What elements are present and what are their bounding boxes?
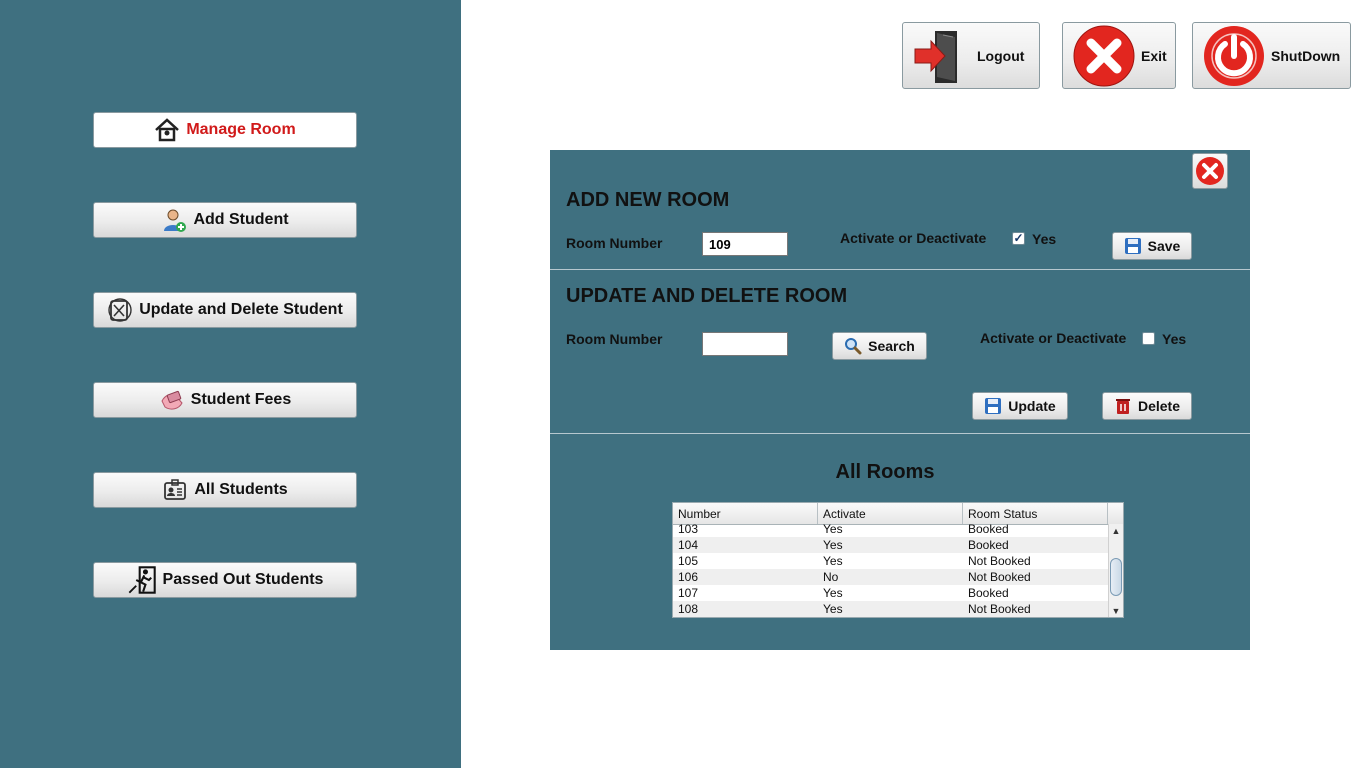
- exit-label: Exit: [1141, 47, 1167, 64]
- scrollbar-thumb[interactable]: [1110, 558, 1122, 596]
- search-button[interactable]: Search: [832, 332, 927, 360]
- table-row[interactable]: 108 Yes Not Booked: [673, 601, 1123, 617]
- sidebar-item-label: Update and Delete Student: [139, 301, 343, 318]
- cell-room-status: Not Booked: [968, 570, 1031, 584]
- edit-user-icon: [108, 298, 132, 322]
- table-row[interactable]: 104 Yes Booked: [673, 537, 1123, 553]
- cell-activate: Yes: [823, 602, 843, 616]
- sidebar-item-label: Student Fees: [190, 391, 292, 408]
- cell-activate: Yes: [823, 522, 843, 536]
- table-row[interactable]: 105 Yes Not Booked: [673, 553, 1123, 569]
- section-divider: [550, 269, 1250, 270]
- save-icon: [985, 398, 1002, 414]
- power-icon: [1204, 25, 1264, 86]
- activate-checkbox-label: Yes: [1032, 231, 1057, 247]
- close-icon: [1196, 157, 1224, 185]
- room-number-label: Room Number: [566, 331, 663, 347]
- activate-checkbox[interactable]: ✓: [1012, 232, 1025, 245]
- cell-activate: No: [823, 570, 839, 584]
- cell-number: 104: [678, 538, 699, 552]
- sidebar-item-all-students[interactable]: All Students: [93, 472, 357, 508]
- table-row[interactable]: 107 Yes Booked: [673, 585, 1123, 601]
- sidebar-item-manage-room[interactable]: Manage Room: [93, 112, 357, 148]
- exit-button[interactable]: Exit: [1062, 22, 1176, 89]
- house-icon: [155, 118, 180, 142]
- delete-icon: [1115, 399, 1130, 414]
- manage-room-panel: ADD NEW ROOM Room Number Activate or Dea…: [550, 150, 1250, 650]
- room-number-label: Room Number: [566, 235, 663, 251]
- add-room-title: ADD NEW ROOM: [566, 189, 730, 211]
- sidebar-item-passed-out-students[interactable]: Passed Out Students: [93, 562, 357, 598]
- scroll-up-icon[interactable]: ▲: [1109, 526, 1123, 536]
- table-row[interactable]: 106 No Not Booked: [673, 569, 1123, 585]
- cell-activate: Yes: [823, 554, 843, 568]
- cell-room-status: Booked: [968, 586, 1009, 600]
- close-panel-button[interactable]: [1192, 153, 1228, 189]
- sidebar-item-label: All Students: [194, 481, 288, 498]
- cell-activate: Yes: [823, 538, 843, 552]
- search-label: Search: [868, 338, 915, 354]
- id-card-icon: [164, 479, 187, 500]
- scroll-down-icon[interactable]: ▼: [1109, 606, 1123, 616]
- logout-label: Logout: [977, 47, 1025, 64]
- save-label: Save: [1147, 238, 1181, 254]
- cell-number: 108: [678, 602, 699, 616]
- cell-room-status: Booked: [968, 538, 1009, 552]
- cell-activate: Yes: [823, 586, 843, 600]
- cell-number: 105: [678, 554, 699, 568]
- cell-number: 106: [678, 570, 699, 584]
- save-icon: [1124, 238, 1141, 254]
- sidebar-item-student-fees[interactable]: Student Fees: [93, 382, 357, 418]
- cell-room-status: Not Booked: [968, 554, 1031, 568]
- table-scrollbar[interactable]: ▲ ▼: [1108, 524, 1123, 617]
- cell-number: 103: [678, 522, 699, 536]
- sidebar: Manage Room Add Student Update and Delet…: [0, 0, 461, 768]
- save-button[interactable]: Save: [1112, 232, 1192, 260]
- logout-icon: [914, 30, 957, 83]
- sidebar-item-label: Manage Room: [186, 121, 296, 138]
- room-number-input[interactable]: [702, 232, 788, 256]
- table-body: 103 Yes Booked 104 Yes Booked 105 Yes No…: [673, 521, 1123, 617]
- user-add-icon: [164, 209, 187, 232]
- delete-label: Delete: [1137, 398, 1181, 414]
- table-row[interactable]: 103 Yes Booked: [673, 521, 1123, 537]
- shutdown-button[interactable]: ShutDown: [1192, 22, 1351, 89]
- activate-label: Activate or Deactivate: [840, 230, 987, 246]
- update-label: Update: [1008, 398, 1056, 414]
- update-checkbox-label: Yes: [1162, 331, 1187, 347]
- sidebar-item-update-delete-student[interactable]: Update and Delete Student: [93, 292, 357, 328]
- rooms-table[interactable]: Number Activate Room Status 103 Yes Book…: [672, 502, 1124, 618]
- search-room-number-input[interactable]: [702, 332, 788, 356]
- sidebar-item-add-student[interactable]: Add Student: [93, 202, 357, 238]
- update-button[interactable]: Update: [972, 392, 1068, 420]
- money-hand-icon: [161, 390, 183, 410]
- cell-room-status: Booked: [968, 522, 1009, 536]
- activate-label: Activate or Deactivate: [980, 330, 1127, 346]
- exit-runner-icon: [128, 566, 156, 594]
- update-activate-checkbox[interactable]: [1142, 332, 1155, 345]
- delete-button[interactable]: Delete: [1102, 392, 1192, 420]
- shutdown-label: ShutDown: [1271, 47, 1341, 64]
- cell-room-status: Not Booked: [968, 602, 1031, 616]
- update-room-title: UPDATE AND DELETE ROOM: [566, 285, 848, 307]
- all-rooms-title: All Rooms: [835, 461, 935, 483]
- section-divider: [550, 433, 1250, 434]
- sidebar-item-label: Passed Out Students: [162, 571, 324, 588]
- cell-number: 107: [678, 586, 699, 600]
- search-icon: [845, 338, 862, 355]
- sidebar-item-label: Add Student: [193, 211, 289, 228]
- logout-button[interactable]: Logout: [902, 22, 1040, 89]
- close-icon: [1073, 25, 1135, 86]
